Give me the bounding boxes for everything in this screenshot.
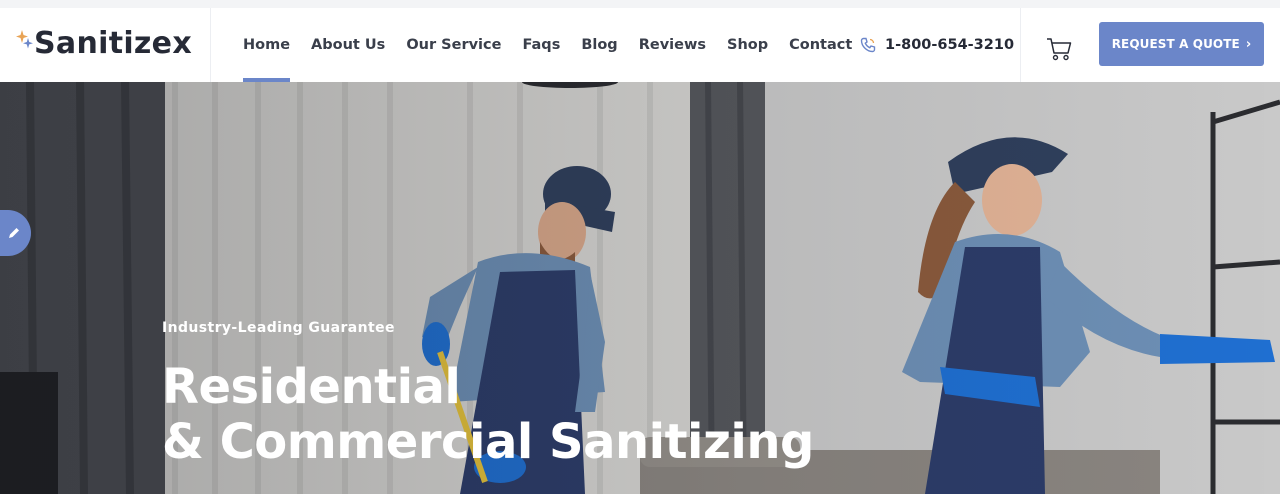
nav-item-faqs[interactable]: Faqs xyxy=(522,8,560,82)
divider xyxy=(210,8,211,82)
hero-headline: Residential & Commercial Sanitizing xyxy=(162,360,814,470)
main-nav: Home About Us Our Service Faqs Blog Revi… xyxy=(243,8,873,82)
quote-label: REQUEST A QUOTE xyxy=(1111,37,1240,51)
nav-item-about-us[interactable]: About Us xyxy=(311,8,385,82)
nav-item-home[interactable]: Home xyxy=(243,8,291,82)
nav-item-contact[interactable]: Contact xyxy=(789,8,852,82)
divider xyxy=(1020,8,1021,82)
nav-label: Shop xyxy=(727,37,769,53)
request-quote-button[interactable]: REQUEST A QUOTE › xyxy=(1099,22,1264,66)
logo-text: Sanitizex xyxy=(34,25,192,61)
cart-icon[interactable] xyxy=(1045,36,1073,62)
nav-label: Faqs xyxy=(522,37,561,53)
phone-number: 1-800-654-3210 xyxy=(885,37,1015,53)
nav-label: Our Service xyxy=(406,37,502,53)
chevron-right-icon: › xyxy=(1245,36,1252,52)
phone-icon xyxy=(860,37,876,53)
nav-item-our-service[interactable]: Our Service xyxy=(406,8,501,82)
site-header: Sanitizex Home About Us Our Service Faqs… xyxy=(0,0,1280,82)
nav-label: Blog xyxy=(581,37,618,53)
sparkle-icon xyxy=(16,28,38,58)
phone-link[interactable]: 1-800-654-3210 xyxy=(860,34,1014,56)
headline-line-2: & Commercial Sanitizing xyxy=(162,414,814,470)
headline-line-1: Residential xyxy=(162,359,461,415)
nav-item-shop[interactable]: Shop xyxy=(727,8,768,82)
nav-item-reviews[interactable]: Reviews xyxy=(639,8,706,82)
logo[interactable]: Sanitizex xyxy=(16,25,192,61)
nav-label: Home xyxy=(243,37,291,53)
nav-label: About Us xyxy=(311,37,386,53)
hero-banner: Industry-Leading Guarantee Residential &… xyxy=(0,82,1280,494)
hero-eyebrow: Industry-Leading Guarantee xyxy=(162,320,395,336)
nav-label: Reviews xyxy=(638,37,706,53)
nav-item-blog[interactable]: Blog xyxy=(581,8,617,82)
nav-label: Contact xyxy=(789,37,853,53)
pencil-icon xyxy=(8,228,19,238)
